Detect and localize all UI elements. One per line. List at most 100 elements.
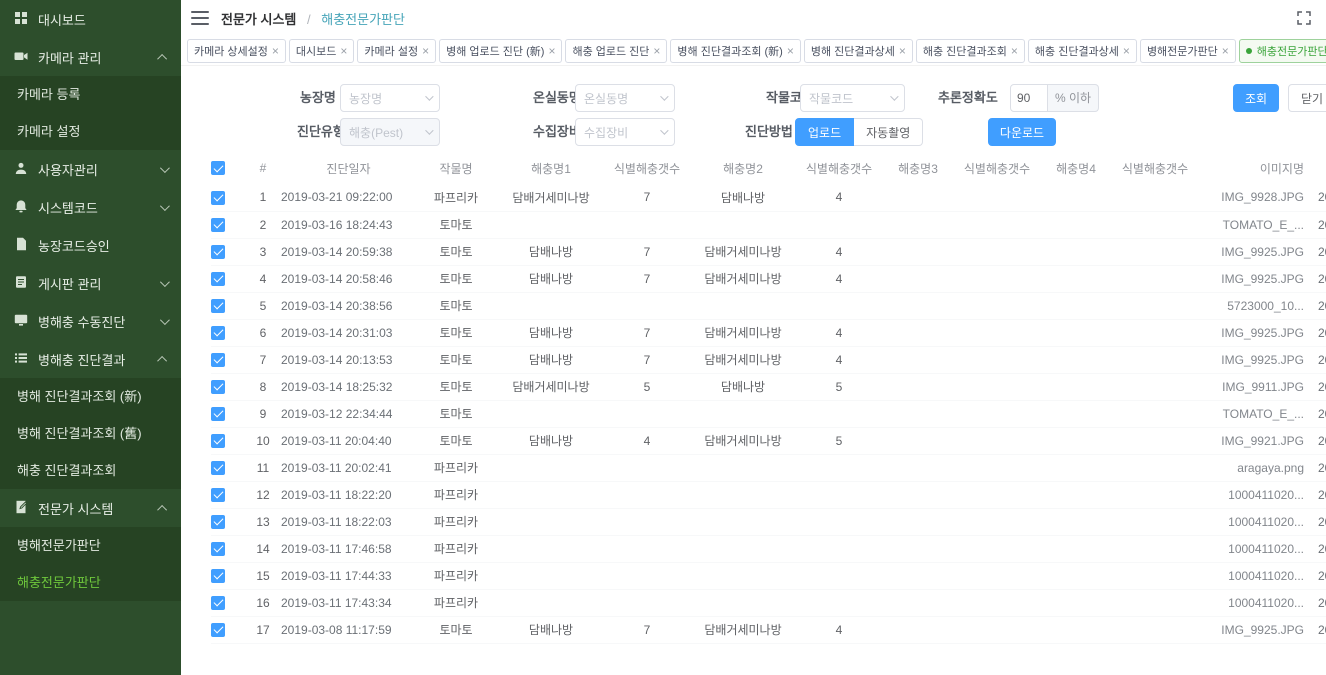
device-select[interactable]: 수집장비 bbox=[575, 118, 675, 146]
tab[interactable]: 카메라 상세설정× bbox=[187, 39, 286, 63]
sidebar-subitem[interactable]: 카메라 등록 bbox=[0, 76, 181, 113]
sidebar-item[interactable]: 시스템코드 bbox=[0, 188, 181, 226]
row-checkbox[interactable] bbox=[211, 299, 225, 313]
pest-name-3 bbox=[880, 562, 956, 589]
column-header-pest-name-2: 해충명2 bbox=[688, 152, 798, 184]
row-checkbox[interactable] bbox=[211, 326, 225, 340]
pest-name-1: 담배나방 bbox=[496, 319, 606, 346]
sidebar-subitem[interactable]: 병해 진단결과조회 (舊) bbox=[0, 415, 181, 452]
tab[interactable]: 대시보드× bbox=[289, 39, 355, 63]
tab-close-icon[interactable]: × bbox=[272, 45, 279, 57]
tab-close-icon[interactable]: × bbox=[1011, 45, 1018, 57]
row-number: 3 bbox=[245, 238, 281, 265]
tab-close-icon[interactable]: × bbox=[1123, 45, 1130, 57]
farm-select-value: 농장명 bbox=[349, 90, 419, 107]
tab[interactable]: 해충전문가판단× bbox=[1239, 39, 1326, 63]
row-checkbox[interactable] bbox=[211, 623, 225, 637]
row-checkbox[interactable] bbox=[211, 380, 225, 394]
tab-close-icon[interactable]: × bbox=[787, 45, 794, 57]
crop-name: 토마토 bbox=[416, 346, 496, 373]
crop-name: 토마토 bbox=[416, 265, 496, 292]
search-button[interactable]: 조회 bbox=[1233, 84, 1279, 112]
tab-close-icon[interactable]: × bbox=[340, 45, 347, 57]
crop-code-select[interactable]: 작물코드 bbox=[800, 84, 905, 112]
row-checkbox[interactable] bbox=[211, 434, 225, 448]
row-checkbox[interactable] bbox=[211, 218, 225, 232]
select-all-checkbox[interactable] bbox=[211, 161, 225, 175]
sidebar-item[interactable]: 사용자관리 bbox=[0, 150, 181, 188]
pest-count-1 bbox=[606, 562, 688, 589]
diagnosis-date: 2019-03-11 18:22:20 bbox=[281, 481, 416, 508]
pest-count-3 bbox=[956, 265, 1038, 292]
sidebar-item-label: 시스템코드 bbox=[38, 198, 160, 217]
row-number: 15 bbox=[245, 562, 281, 589]
row-checkbox[interactable] bbox=[211, 191, 225, 205]
sidebar-subitem[interactable]: 해충 진단결과조회 bbox=[0, 452, 181, 489]
table-row: 72019-03-14 20:13:53토마토담배나방7담배거세미나방4IMG_… bbox=[211, 346, 1326, 373]
camera-icon bbox=[14, 49, 30, 65]
tab[interactable]: 병해 진단결과조회 (新)× bbox=[670, 39, 800, 63]
tab-close-icon[interactable]: × bbox=[422, 45, 429, 57]
row-checkbox[interactable] bbox=[211, 515, 225, 529]
row-checkbox[interactable] bbox=[211, 488, 225, 502]
sidebar-item[interactable]: 병해충 수동진단 bbox=[0, 302, 181, 340]
method-auto-button[interactable]: 자동촬영 bbox=[854, 118, 923, 146]
results-table: #진단일자작물명해충명1식별해충갯수해충명2식별해충갯수해충명3식별해충갯수해충… bbox=[211, 152, 1326, 644]
pest-count-3 bbox=[956, 427, 1038, 454]
list-icon bbox=[14, 351, 30, 367]
row-number: 4 bbox=[245, 265, 281, 292]
diagnosis-type-select[interactable]: 해충(Pest) bbox=[340, 118, 440, 146]
tab-close-icon[interactable]: × bbox=[1222, 45, 1229, 57]
sidebar-item[interactable]: 게시판 관리 bbox=[0, 264, 181, 302]
tab[interactable]: 병해 업로드 진단 (新)× bbox=[439, 39, 562, 63]
row-checkbox[interactable] bbox=[211, 461, 225, 475]
tab-close-icon[interactable]: × bbox=[548, 45, 555, 57]
row-checkbox[interactable] bbox=[211, 353, 225, 367]
accuracy-input[interactable] bbox=[1010, 84, 1048, 112]
sidebar-item[interactable]: 농장코드승인 bbox=[0, 226, 181, 264]
pest-count-2 bbox=[798, 454, 880, 481]
row-checkbox[interactable] bbox=[211, 596, 225, 610]
greenhouse-select[interactable]: 온실동명 bbox=[575, 84, 675, 112]
sidebar-item[interactable]: 카메라 관리 bbox=[0, 38, 181, 76]
crop-name: 토마토 bbox=[416, 616, 496, 643]
sidebar-subitem[interactable]: 해충전문가판단 bbox=[0, 564, 181, 601]
tab-close-icon[interactable]: × bbox=[653, 45, 660, 57]
download-button[interactable]: 다운로드 bbox=[988, 118, 1056, 146]
tab[interactable]: 해충 진단결과상세× bbox=[1028, 39, 1137, 63]
tab[interactable]: 병해 진단결과상세× bbox=[804, 39, 913, 63]
sidebar-item[interactable]: 전문가 시스템 bbox=[0, 489, 181, 527]
row-checkbox[interactable] bbox=[211, 542, 225, 556]
pest-count-2 bbox=[798, 292, 880, 319]
tab-label: 해충 업로드 진단 bbox=[572, 43, 649, 59]
tab[interactable]: 병해전문가판단× bbox=[1140, 39, 1236, 63]
tab[interactable]: 카메라 설정× bbox=[357, 39, 436, 63]
row-checkbox[interactable] bbox=[211, 245, 225, 259]
pest-name-4 bbox=[1038, 508, 1114, 535]
hamburger-icon[interactable] bbox=[191, 11, 209, 25]
close-button[interactable]: 닫기 bbox=[1288, 84, 1326, 112]
registered-date: 201 bbox=[1304, 400, 1326, 427]
sidebar-subitem[interactable]: 병해 진단결과조회 (新) bbox=[0, 378, 181, 415]
sidebar-item[interactable]: 대시보드 bbox=[0, 0, 181, 38]
row-number: 1 bbox=[245, 184, 281, 211]
sidebar-item[interactable]: 병해충 진단결과 bbox=[0, 340, 181, 378]
farm-select[interactable]: 농장명 bbox=[340, 84, 440, 112]
pest-count-3 bbox=[956, 319, 1038, 346]
tab[interactable]: 해충 업로드 진단 × bbox=[565, 39, 667, 63]
method-upload-button[interactable]: 업로드 bbox=[795, 118, 854, 146]
pest-name-3 bbox=[880, 238, 956, 265]
row-number: 10 bbox=[245, 427, 281, 454]
row-checkbox[interactable] bbox=[211, 407, 225, 421]
diagnosis-date: 2019-03-08 11:17:59 bbox=[281, 616, 416, 643]
sidebar-subitem[interactable]: 병해전문가판단 bbox=[0, 527, 181, 564]
row-checkbox[interactable] bbox=[211, 272, 225, 286]
pest-count-3 bbox=[956, 238, 1038, 265]
tab-close-icon[interactable]: × bbox=[899, 45, 906, 57]
diagnosis-type-label: 진단유형 bbox=[297, 118, 345, 146]
sidebar-subitem[interactable]: 카메라 설정 bbox=[0, 113, 181, 150]
fullscreen-icon[interactable] bbox=[1296, 10, 1312, 26]
tab[interactable]: 해충 진단결과조회× bbox=[916, 39, 1025, 63]
pest-count-2: 4 bbox=[798, 265, 880, 292]
row-checkbox[interactable] bbox=[211, 569, 225, 583]
